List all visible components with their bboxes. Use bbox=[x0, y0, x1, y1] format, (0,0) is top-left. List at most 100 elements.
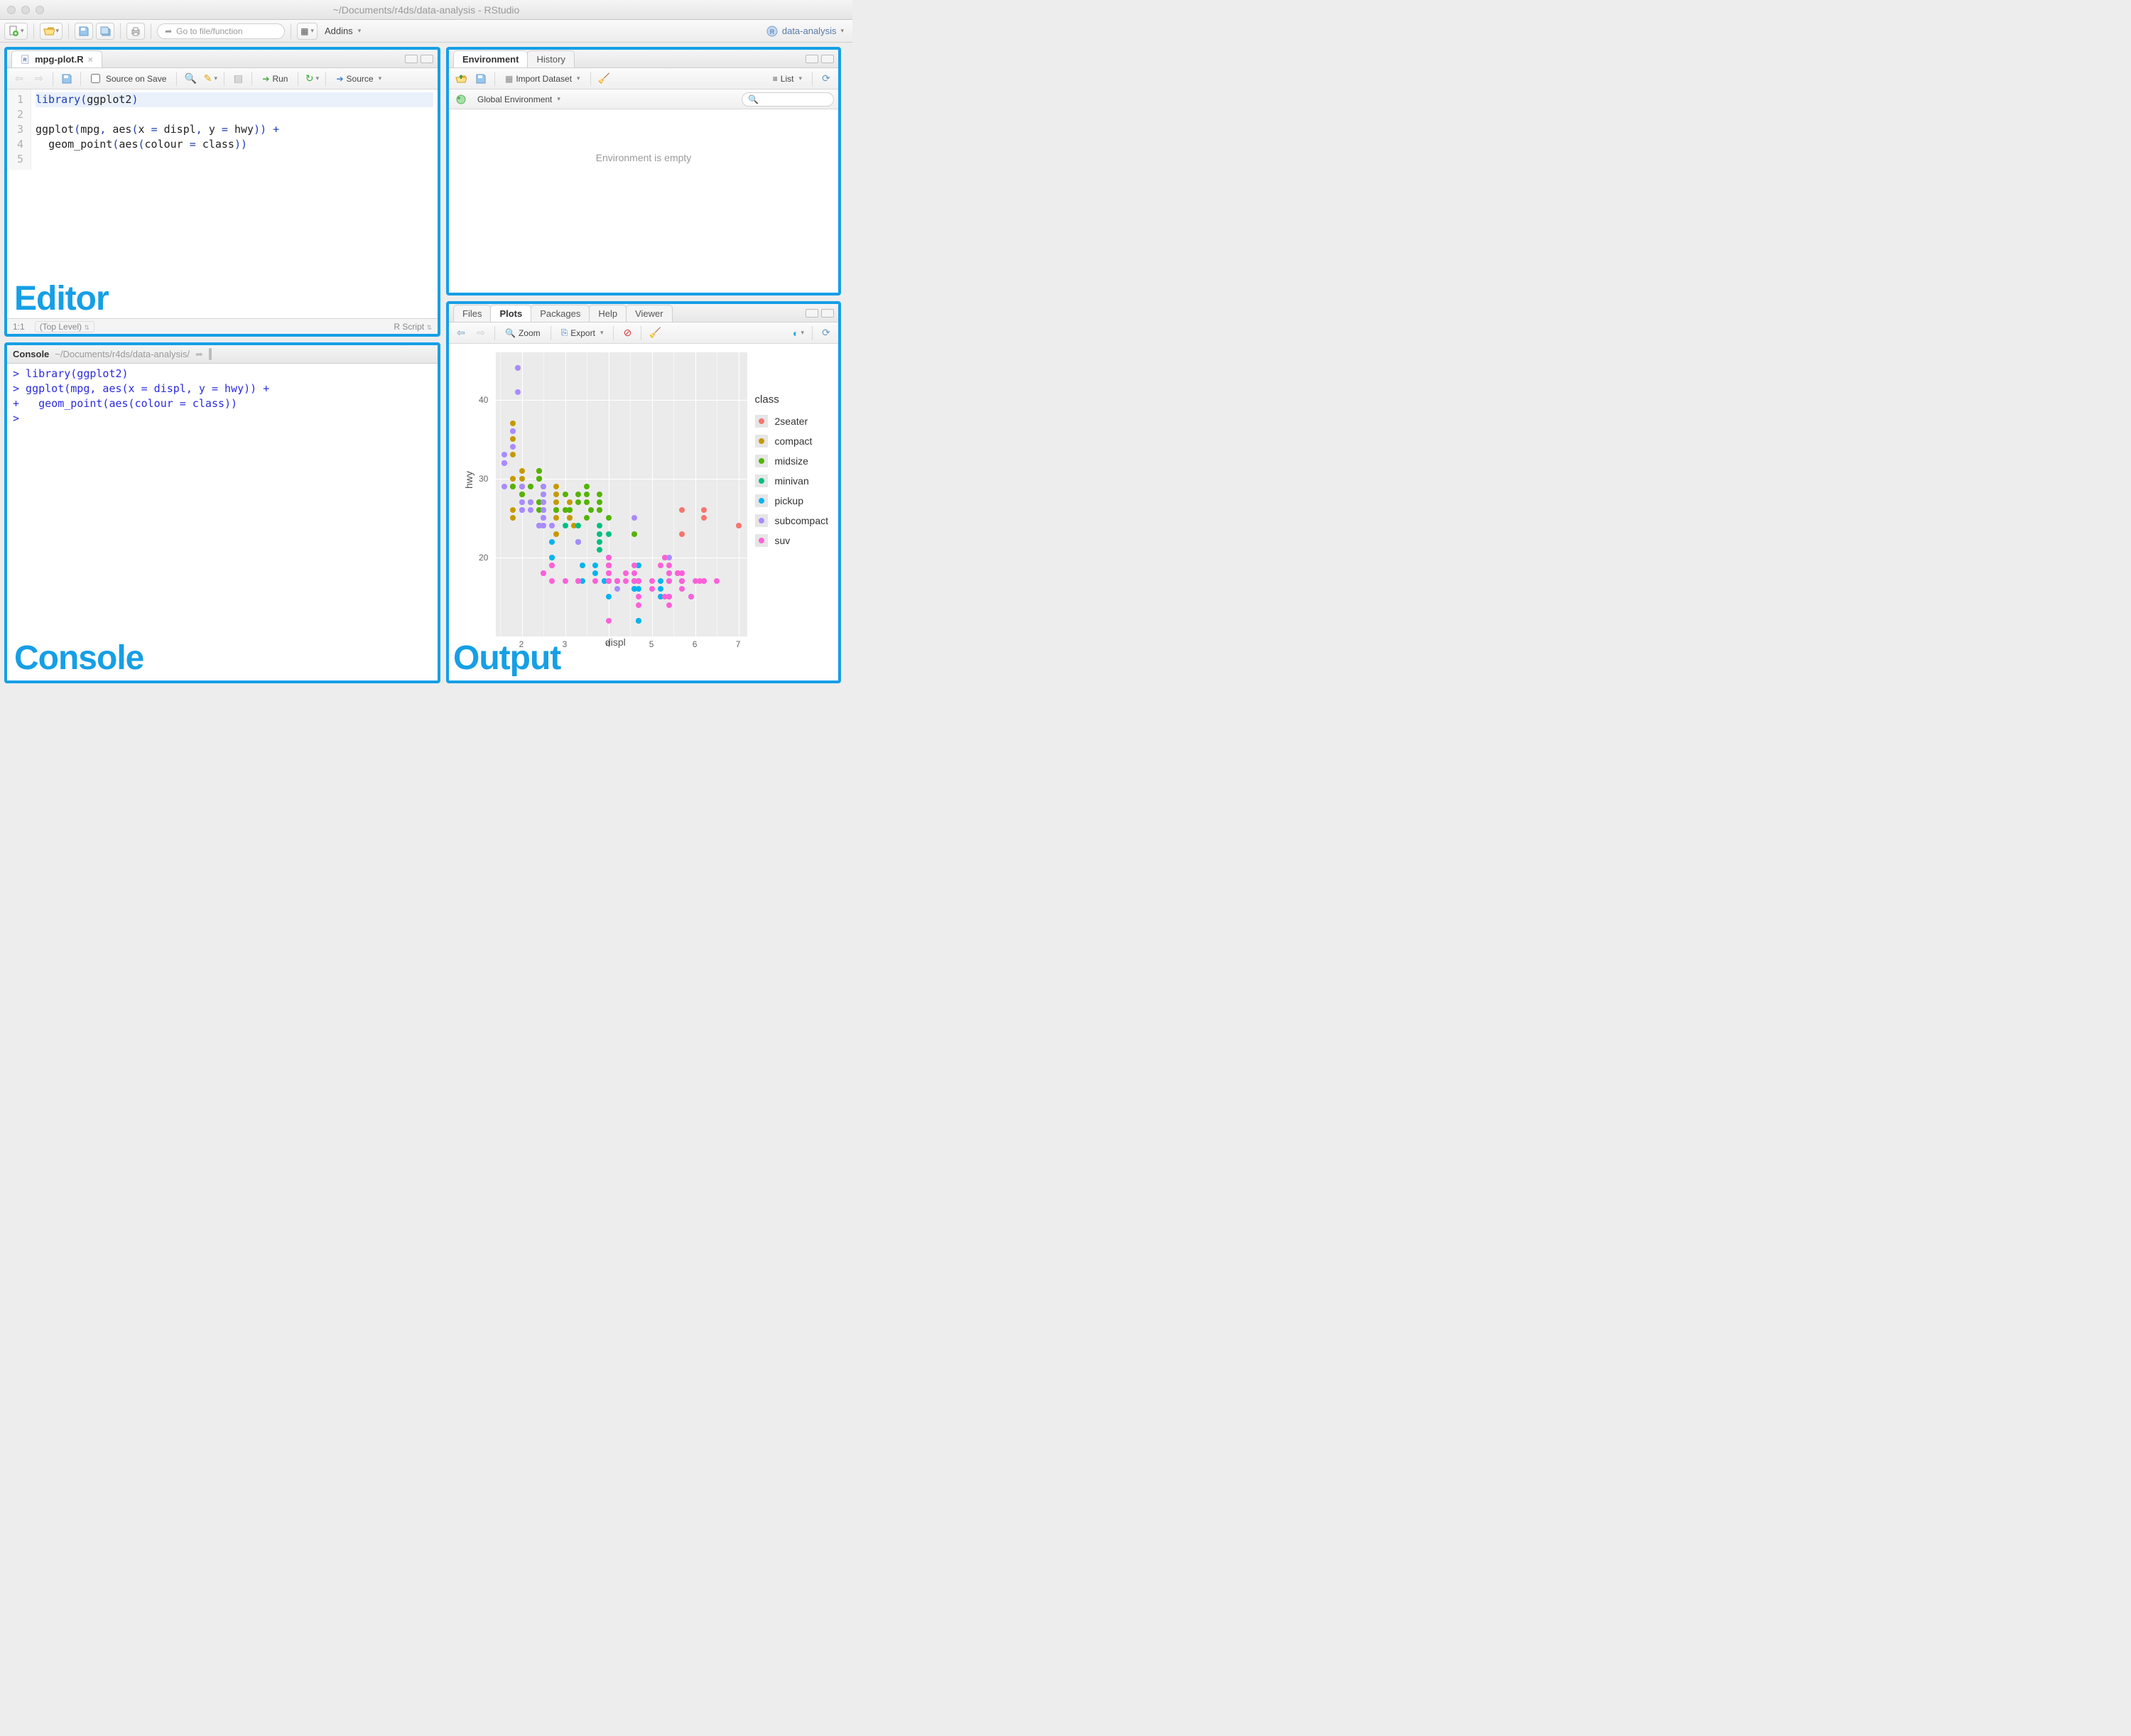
r-project-icon: R bbox=[766, 26, 778, 37]
clear-all-plots-icon[interactable]: 🧹 bbox=[647, 325, 663, 341]
tab-environment[interactable]: Environment bbox=[453, 50, 528, 67]
data-point bbox=[553, 507, 559, 513]
publish-icon[interactable]: ◐ bbox=[791, 325, 806, 341]
tab-files[interactable]: Files bbox=[453, 305, 491, 322]
load-workspace-icon[interactable] bbox=[453, 71, 469, 87]
env-search[interactable]: 🔍 bbox=[742, 92, 834, 107]
addins-menu[interactable]: Addins bbox=[320, 23, 365, 39]
minimize-pane-icon[interactable] bbox=[405, 55, 418, 63]
prev-plot-icon[interactable]: ⇦ bbox=[453, 325, 469, 341]
editor-pane: R mpg-plot.R × ⇦ ⇨ Source on Save 🔍 ✎ bbox=[4, 47, 440, 337]
data-point bbox=[528, 484, 533, 489]
scope-selector[interactable]: (Top Level) ⇅ bbox=[35, 321, 94, 332]
zoom-button[interactable]: 🔍Zoom bbox=[501, 325, 545, 341]
minimize-pane-icon[interactable] bbox=[806, 55, 818, 63]
data-point bbox=[592, 570, 598, 576]
separator bbox=[120, 23, 121, 39]
data-point bbox=[541, 507, 546, 513]
wand-icon[interactable]: ✎ bbox=[202, 71, 218, 87]
import-dataset-button[interactable]: ▦Import Dataset bbox=[501, 71, 585, 87]
tab-viewer[interactable]: Viewer bbox=[626, 305, 673, 322]
console-body[interactable]: > library(ggplot2) > ggplot(mpg, aes(x =… bbox=[7, 364, 438, 429]
data-point bbox=[631, 531, 637, 537]
data-point bbox=[666, 570, 672, 576]
remove-plot-icon[interactable]: ⊘ bbox=[619, 325, 635, 341]
line-gutter: 12345 bbox=[7, 89, 31, 170]
data-point bbox=[519, 507, 525, 513]
data-point bbox=[697, 578, 703, 584]
data-point bbox=[528, 499, 533, 505]
arrow-icon[interactable]: ➦ bbox=[195, 349, 203, 360]
print-button[interactable] bbox=[126, 23, 145, 40]
tab-help[interactable]: Help bbox=[589, 305, 627, 322]
tab-history[interactable]: History bbox=[527, 50, 574, 67]
open-file-button[interactable]: ▾ bbox=[40, 23, 63, 40]
tab-plots[interactable]: Plots bbox=[490, 305, 531, 322]
export-button[interactable]: ⎘Export bbox=[557, 325, 608, 341]
list-view-button[interactable]: ≡List bbox=[769, 71, 806, 87]
data-point bbox=[584, 515, 590, 521]
data-point bbox=[606, 594, 612, 600]
language-selector[interactable]: R Script ⇅ bbox=[394, 322, 432, 332]
next-plot-icon[interactable]: ⇨ bbox=[473, 325, 489, 341]
code-content[interactable]: library(ggplot2) ggplot(mpg, aes(x = dis… bbox=[31, 89, 438, 170]
source-on-save-checkbox[interactable]: Source on Save bbox=[87, 71, 170, 87]
save-button[interactable] bbox=[75, 23, 93, 40]
refresh-plot-icon[interactable]: ⟳ bbox=[818, 325, 834, 341]
refresh-icon[interactable]: ⟳ bbox=[818, 71, 834, 87]
save-icon[interactable] bbox=[59, 71, 75, 87]
maximize-pane-icon[interactable] bbox=[821, 309, 834, 318]
data-point bbox=[623, 578, 629, 584]
data-point bbox=[649, 586, 655, 592]
annotation-console: Console bbox=[14, 639, 143, 678]
grid-view-button[interactable]: ▦▾ bbox=[297, 23, 318, 40]
maximize-pane-icon[interactable] bbox=[421, 55, 433, 63]
source-button[interactable]: ➔Source bbox=[332, 71, 386, 87]
tab-packages[interactable]: Packages bbox=[531, 305, 590, 322]
project-selector[interactable]: R data-analysis ▾ bbox=[766, 26, 848, 37]
arrow-icon: ➦ bbox=[165, 26, 172, 36]
data-point bbox=[658, 578, 663, 584]
data-point bbox=[679, 507, 685, 513]
printer-icon bbox=[130, 26, 141, 37]
data-point bbox=[549, 555, 555, 560]
close-tab-icon[interactable]: × bbox=[88, 55, 93, 65]
legend-item-2seater: 2seater bbox=[755, 411, 828, 431]
data-point bbox=[519, 499, 525, 505]
minimize-dot[interactable] bbox=[21, 6, 30, 14]
import-icon: ▦ bbox=[505, 74, 513, 84]
data-point bbox=[675, 570, 680, 576]
new-file-button[interactable]: ▾ bbox=[4, 23, 28, 40]
close-dot[interactable] bbox=[7, 6, 16, 14]
code-editor[interactable]: 12345 library(ggplot2) ggplot(mpg, aes(x… bbox=[7, 89, 438, 170]
data-point bbox=[597, 492, 602, 497]
save-workspace-icon[interactable] bbox=[473, 71, 489, 87]
maximize-pane-icon[interactable] bbox=[210, 348, 212, 360]
data-point bbox=[541, 484, 546, 489]
run-button[interactable]: ➔Run bbox=[258, 71, 292, 87]
data-point bbox=[567, 507, 573, 513]
rerun-icon[interactable]: ↻ bbox=[304, 71, 320, 87]
goto-file-function[interactable]: ➦ Go to file/function bbox=[157, 23, 285, 39]
notebook-icon[interactable]: ▤ bbox=[230, 71, 246, 87]
pane-window-controls bbox=[806, 309, 834, 318]
env-scope-selector[interactable]: Global Environment bbox=[473, 92, 565, 107]
data-point bbox=[510, 444, 516, 450]
forward-arrow-icon[interactable]: ⇨ bbox=[31, 71, 47, 87]
data-point bbox=[510, 428, 516, 434]
editor-tab[interactable]: R mpg-plot.R × bbox=[11, 50, 102, 67]
run-arrow-icon: ➔ bbox=[262, 74, 269, 84]
back-arrow-icon[interactable]: ⇦ bbox=[11, 71, 27, 87]
save-all-button[interactable] bbox=[96, 23, 114, 40]
minimize-pane-icon[interactable] bbox=[806, 309, 818, 318]
console-pane: Console ~/Documents/r4ds/data-analysis/ … bbox=[4, 342, 440, 683]
zoom-dot[interactable] bbox=[36, 6, 44, 14]
data-point bbox=[584, 499, 590, 505]
data-point bbox=[623, 570, 629, 576]
x-tick: 6 bbox=[693, 639, 698, 649]
list-icon: ≡ bbox=[773, 74, 778, 84]
find-icon[interactable]: 🔍 bbox=[183, 71, 198, 87]
data-point bbox=[714, 578, 720, 584]
clear-workspace-icon[interactable]: 🧹 bbox=[597, 71, 612, 87]
maximize-pane-icon[interactable] bbox=[821, 55, 834, 63]
